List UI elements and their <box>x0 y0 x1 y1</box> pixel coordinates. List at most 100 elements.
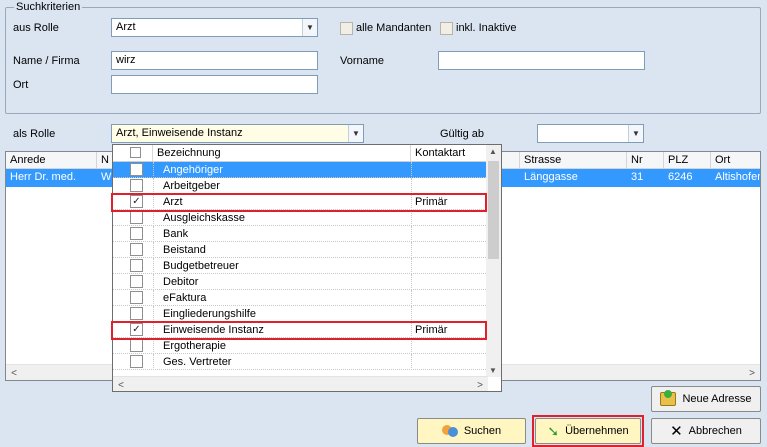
dropdown-horizontal-scrollbar[interactable]: < > <box>113 376 488 391</box>
item-label: Arbeitgeber <box>163 180 220 192</box>
header-kontaktart[interactable]: Kontaktart <box>411 145 488 162</box>
item-checkbox[interactable] <box>130 243 143 256</box>
close-icon: ✕ <box>670 422 683 440</box>
row-divider <box>153 274 154 290</box>
alle-mandanten-checkbox[interactable] <box>340 22 353 35</box>
row-divider <box>411 226 412 242</box>
row-divider <box>153 210 154 226</box>
column-header-nr[interactable]: Nr <box>627 152 664 169</box>
chevron-down-icon[interactable]: ▼ <box>628 125 643 142</box>
header-bezeichnung[interactable]: Bezeichnung <box>153 145 411 162</box>
item-label: Ausgleichskasse <box>163 212 245 224</box>
scroll-down-icon[interactable]: ▼ <box>489 366 497 375</box>
item-checkbox[interactable] <box>130 291 143 304</box>
list-item[interactable]: Ges. Vertreter <box>113 354 488 370</box>
row-divider <box>153 178 154 194</box>
aus-rolle-label: aus Rolle <box>13 22 59 34</box>
scroll-left-icon[interactable]: < <box>6 365 22 380</box>
scroll-thumb[interactable] <box>488 161 499 259</box>
item-checkbox[interactable] <box>130 259 143 272</box>
item-label: eFaktura <box>163 292 207 304</box>
scroll-left-icon[interactable]: < <box>113 377 129 391</box>
cell-strasse: Länggasse <box>520 169 627 187</box>
highlight-arzt <box>111 193 487 212</box>
suchen-button[interactable]: Suchen <box>417 418 526 444</box>
search-criteria-title: Suchkriterien <box>14 1 83 13</box>
scroll-up-icon[interactable]: ▲ <box>489 147 497 156</box>
item-checkbox[interactable] <box>130 275 143 288</box>
column-header-ort[interactable]: Ort <box>711 152 760 169</box>
item-label: Ergotherapie <box>163 340 226 352</box>
chevron-down-icon[interactable]: ▼ <box>348 125 363 142</box>
row-divider <box>411 338 412 354</box>
list-item[interactable]: Debitor <box>113 274 488 290</box>
item-label: Beistand <box>163 244 206 256</box>
row-divider <box>411 258 412 274</box>
inkl-inaktive-checkbox[interactable] <box>440 22 453 35</box>
list-item[interactable]: eFaktura <box>113 290 488 306</box>
row-divider <box>411 210 412 226</box>
row-divider <box>153 338 154 354</box>
ort-field[interactable] <box>111 75 318 94</box>
highlight-uebernehmen <box>532 415 644 447</box>
scroll-right-icon[interactable]: > <box>472 377 488 391</box>
list-item[interactable]: Bank <box>113 226 488 242</box>
inkl-inaktive-label: inkl. Inaktive <box>456 22 517 34</box>
item-checkbox[interactable] <box>130 339 143 352</box>
neue-adresse-button[interactable]: Neue Adresse <box>651 386 761 412</box>
name-label: Name / Firma <box>13 55 80 67</box>
als-rolle-select[interactable]: Arzt, Einweisende Instanz ▼ <box>111 124 364 143</box>
chevron-down-icon[interactable]: ▼ <box>302 19 317 36</box>
item-label: Bank <box>163 228 189 240</box>
list-item[interactable]: Beistand <box>113 242 488 258</box>
search-users-icon <box>441 424 458 438</box>
dropdown-vertical-scrollbar[interactable]: ▲ ▼ <box>486 145 501 377</box>
alle-mandanten-label: alle Mandanten <box>356 22 432 34</box>
item-label: Budgetbetreuer <box>163 260 239 272</box>
column-header-anrede[interactable]: Anrede <box>6 152 97 169</box>
list-item[interactable]: Ausgleichskasse <box>113 210 488 226</box>
cell-nr: 31 <box>627 169 664 187</box>
aus-rolle-select[interactable]: Arzt ▼ <box>111 18 318 37</box>
column-header-strasse[interactable]: Strasse <box>520 152 627 169</box>
als-rolle-label: als Rolle <box>13 128 56 140</box>
cell-ort: Altishofen <box>711 169 760 187</box>
item-label: Debitor <box>163 276 199 288</box>
item-checkbox[interactable] <box>130 179 143 192</box>
list-item[interactable]: Budgetbetreuer <box>113 258 488 274</box>
item-checkbox[interactable] <box>130 355 143 368</box>
list-item[interactable]: Arbeitgeber <box>113 178 488 194</box>
row-divider <box>153 242 154 258</box>
row-divider <box>411 178 412 194</box>
item-checkbox[interactable] <box>130 227 143 240</box>
header-select-all[interactable] <box>113 145 153 162</box>
abbrechen-label: Abbrechen <box>688 425 742 437</box>
row-divider <box>153 258 154 274</box>
select-all-checkbox[interactable] <box>130 147 141 158</box>
scroll-right-icon[interactable]: > <box>744 365 760 380</box>
cell-plz: 6246 <box>664 169 711 187</box>
neue-adresse-label: Neue Adresse <box>682 393 752 405</box>
gueltig-ab-label: Gültig ab <box>440 128 485 140</box>
gueltig-ab-select[interactable]: ▼ <box>537 124 644 143</box>
suchen-label: Suchen <box>463 425 502 437</box>
highlight-einweisende-instanz <box>111 321 487 340</box>
list-item[interactable]: Eingliederungshilfe <box>113 306 488 322</box>
cell-anrede: Herr Dr. med. <box>6 169 97 187</box>
item-checkbox[interactable] <box>130 211 143 224</box>
name-field[interactable]: wirz <box>111 51 318 70</box>
als-rolle-dropdown[interactable]: Bezeichnung Kontaktart Angehöriger Arbeit… <box>112 144 502 392</box>
column-header-plz[interactable]: PLZ <box>664 152 711 169</box>
vorname-field[interactable] <box>438 51 645 70</box>
abbrechen-button[interactable]: ✕ Abbrechen <box>651 418 761 444</box>
item-label: Angehöriger <box>163 164 223 176</box>
row-divider <box>411 306 412 322</box>
list-item[interactable]: Ergotherapie <box>113 338 488 354</box>
vorname-label: Vorname <box>340 55 385 67</box>
item-checkbox[interactable] <box>130 307 143 320</box>
item-checkbox[interactable] <box>130 163 143 176</box>
item-label: Eingliederungshilfe <box>163 308 256 320</box>
list-item[interactable]: Angehöriger <box>113 162 488 178</box>
dropdown-header: Bezeichnung Kontaktart <box>113 145 488 162</box>
row-divider <box>411 290 412 306</box>
